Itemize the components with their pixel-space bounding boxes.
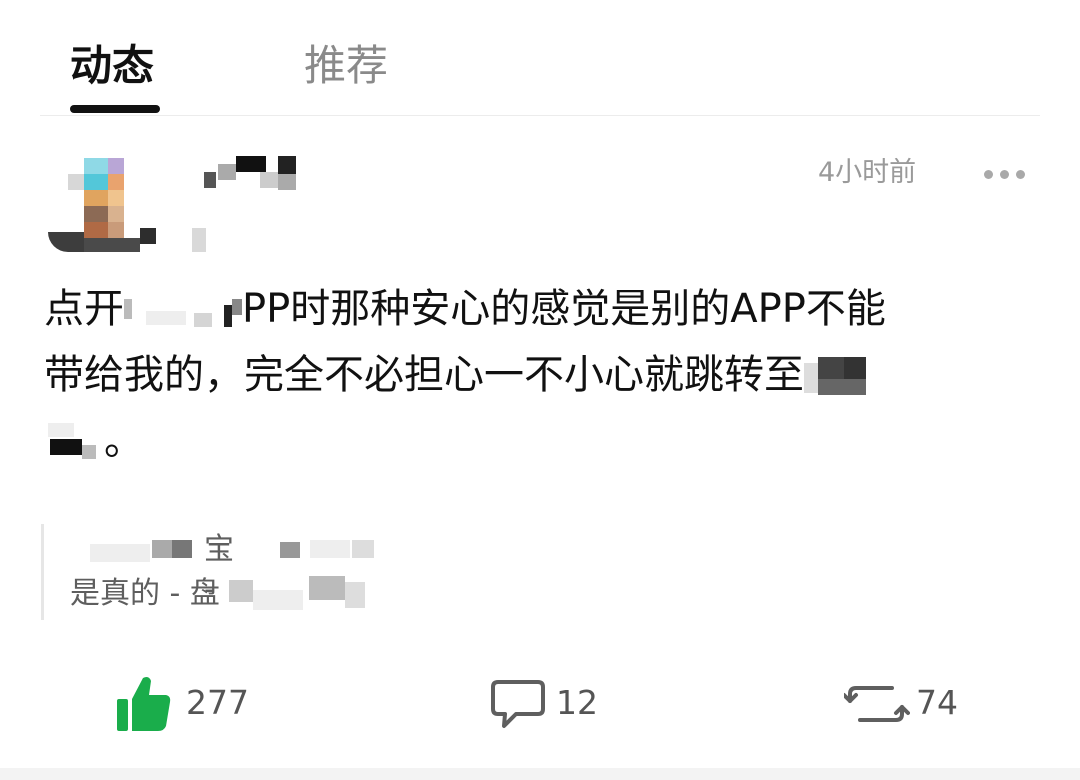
comment-bubble-icon bbox=[491, 680, 545, 728]
post-content-line-3: 。 bbox=[44, 408, 1044, 474]
comment-count: 12 bbox=[556, 683, 598, 722]
post-text-segment: PP时那种安心的感觉是别的APP不能 bbox=[242, 286, 886, 332]
repost-icon bbox=[844, 686, 910, 722]
post-text-segment: 带给我的，完全不必担心一不小心就跳转至 bbox=[44, 352, 804, 398]
more-options-button[interactable] bbox=[982, 164, 1028, 184]
quote-line-2: 是真的 - 盘 bbox=[70, 574, 379, 614]
post-content: 点开 PP时那种安心的感觉是别的APP不能 带给我的，完全不必担心一不小心就跳转… bbox=[44, 276, 1044, 474]
censored-text bbox=[44, 423, 104, 463]
post-content-line-2: 带给我的，完全不必担心一不小心就跳转至 bbox=[44, 342, 1044, 408]
bottom-separator bbox=[0, 768, 1080, 780]
like-count: 277 bbox=[186, 683, 249, 722]
censored-text bbox=[229, 575, 379, 614]
more-dot-icon bbox=[1000, 170, 1009, 179]
like-button[interactable]: 277 bbox=[116, 671, 256, 741]
quote-line-2-text: 是真的 - 盘 bbox=[70, 576, 220, 611]
username-censored[interactable] bbox=[190, 156, 300, 256]
post-content-line-1: 点开 PP时那种安心的感觉是别的APP不能 bbox=[44, 276, 1044, 342]
censored-app-name bbox=[124, 291, 242, 331]
more-dot-icon bbox=[984, 170, 993, 179]
feed-post: 4小时前 点开 PP时那种安心的感觉是别的APP不能 带给我的，完全不必担心一不… bbox=[0, 116, 1080, 780]
active-tab-indicator bbox=[70, 105, 160, 113]
post-text-segment: 点开 bbox=[44, 286, 124, 332]
quoted-repost-chain[interactable]: 宝 - 是真的 - 盘 bbox=[41, 524, 444, 620]
top-tab-bar: 动态 推荐 bbox=[0, 0, 1080, 116]
repost-count: 74 bbox=[916, 683, 958, 722]
post-text-segment: 。 bbox=[104, 418, 144, 464]
censored-text bbox=[804, 357, 870, 397]
post-timestamp: 4小时前 bbox=[818, 157, 917, 188]
avatar[interactable] bbox=[48, 158, 160, 270]
tab-recommended[interactable]: 推荐 bbox=[304, 38, 388, 94]
post-action-bar: 277 12 74 bbox=[0, 671, 1080, 741]
more-dot-icon bbox=[1016, 170, 1025, 179]
tab-following[interactable]: 动态 bbox=[70, 38, 154, 94]
thumbs-up-icon bbox=[117, 677, 171, 731]
repost-button[interactable]: 74 bbox=[844, 671, 974, 741]
comment-button[interactable]: 12 bbox=[490, 671, 610, 741]
